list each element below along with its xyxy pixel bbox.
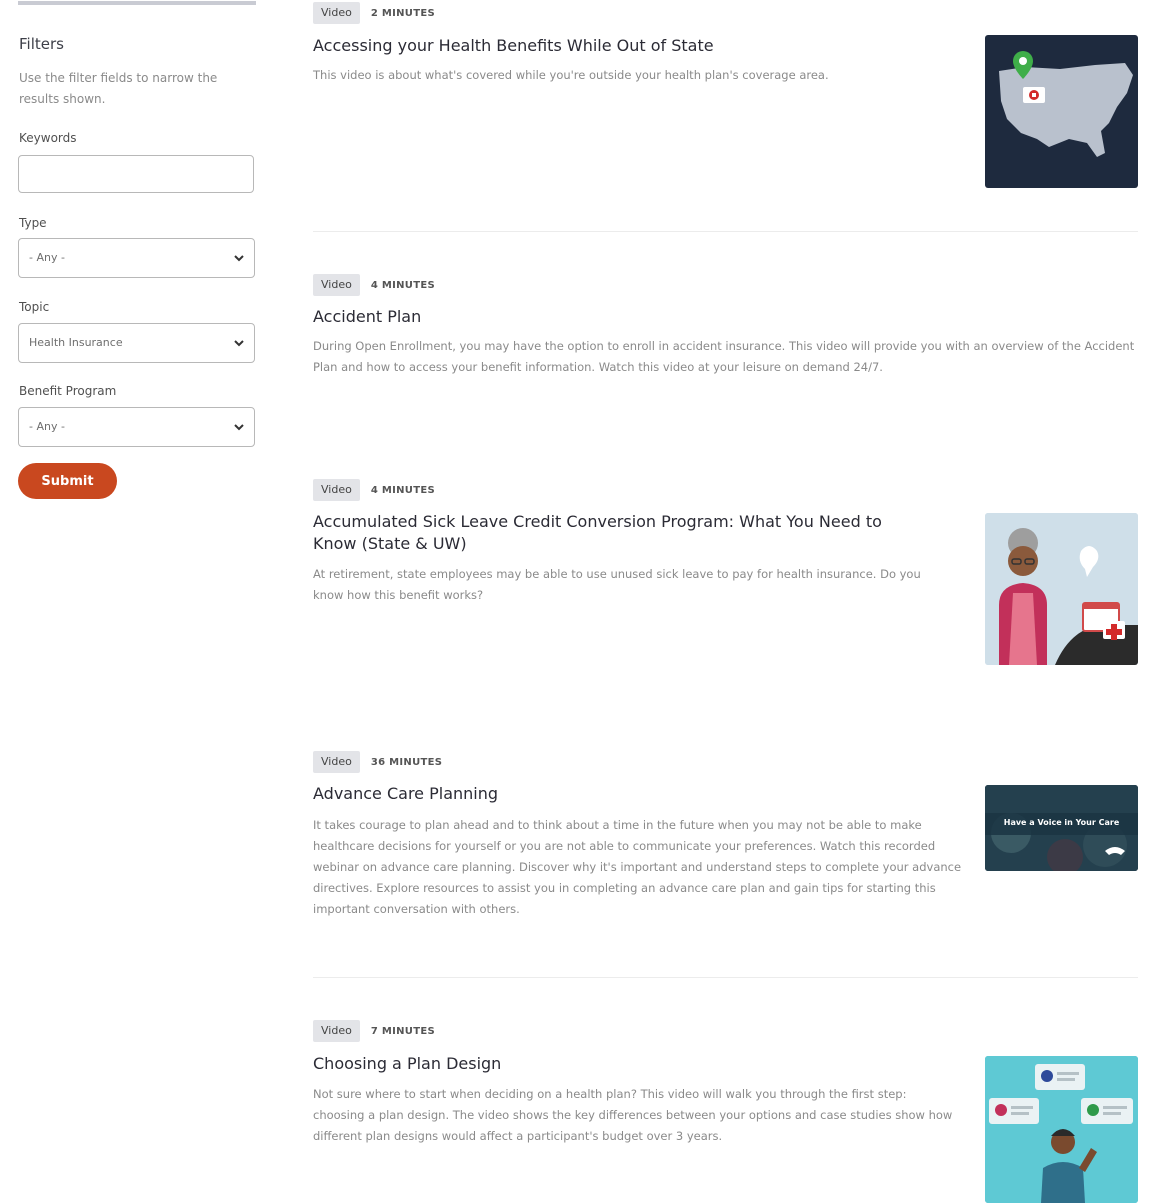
divider	[313, 977, 1138, 978]
type-label: Type	[19, 216, 47, 230]
result-title-link[interactable]: Choosing a Plan Design	[313, 1053, 501, 1075]
type-badge: Video	[313, 751, 360, 773]
result-title-link[interactable]: Accident Plan	[313, 306, 421, 328]
result-thumbnail[interactable]	[985, 1056, 1138, 1203]
topic-select[interactable]: Health Insurance	[18, 323, 255, 363]
sidebar-top-divider	[18, 1, 256, 5]
type-select-value: - Any -	[29, 251, 65, 264]
us-map-illustration	[999, 51, 1133, 157]
keywords-input[interactable]	[18, 155, 254, 193]
type-badge: Video	[313, 274, 360, 296]
type-badge: Video	[313, 1020, 360, 1042]
retiree-illustration	[985, 513, 1138, 665]
result-meta: Video 7 MINUTES	[313, 1020, 435, 1042]
result-description: During Open Enrollment, you may have the…	[313, 339, 1135, 374]
result-item: Video 4 MINUTES Accumulated Sick Leave C…	[313, 479, 1139, 679]
result-item: Video 2 MINUTES Accessing your Health Be…	[313, 2, 1139, 202]
result-meta: Video 2 MINUTES	[313, 2, 435, 24]
result-title-link[interactable]: Advance Care Planning	[313, 783, 498, 805]
duration-label: 2 MINUTES	[370, 7, 435, 19]
filters-description: Use the filter fields to narrow the resu…	[19, 71, 218, 106]
plan-design-illustration	[985, 1056, 1138, 1203]
result-item: Video 4 MINUTES Accident Plan During Ope…	[313, 274, 1139, 414]
submit-button[interactable]: Submit	[18, 463, 117, 499]
result-item: Video 7 MINUTES Choosing a Plan Design N…	[313, 1020, 1139, 1203]
chevron-down-icon	[234, 424, 244, 431]
result-thumbnail[interactable]	[985, 35, 1138, 188]
result-title-link[interactable]: Accumulated Sick Leave Credit Conversion…	[313, 511, 913, 555]
duration-label: 36 MINUTES	[370, 756, 443, 768]
type-badge: Video	[313, 2, 360, 24]
keywords-label: Keywords	[19, 131, 77, 145]
result-description: At retirement, state employees may be ab…	[313, 567, 921, 602]
divider	[313, 231, 1138, 232]
webinar-photo-illustration	[985, 785, 1138, 871]
result-description: It takes courage to plan ahead and to th…	[313, 818, 962, 916]
result-item: Video 36 MINUTES Advance Care Planning I…	[313, 751, 1139, 931]
type-select[interactable]: - Any -	[18, 238, 255, 278]
chevron-down-icon	[234, 340, 244, 347]
benefit-program-select[interactable]: - Any -	[18, 407, 255, 447]
type-badge: Video	[313, 479, 360, 501]
result-meta: Video 36 MINUTES	[313, 751, 442, 773]
topic-select-value: Health Insurance	[29, 336, 123, 349]
result-meta: Video 4 MINUTES	[313, 274, 435, 296]
duration-label: 7 MINUTES	[370, 1025, 435, 1037]
result-description: This video is about what's covered while…	[313, 68, 829, 82]
result-thumbnail[interactable]: Have a Voice in Your Care	[985, 785, 1138, 871]
result-title-link[interactable]: Accessing your Health Benefits While Out…	[313, 35, 714, 57]
result-thumbnail[interactable]	[985, 513, 1138, 665]
thumbnail-caption: Have a Voice in Your Care	[1003, 818, 1120, 827]
benefit-program-select-value: - Any -	[29, 420, 65, 433]
result-description: Not sure where to start when deciding on…	[313, 1087, 953, 1143]
filters-title: Filters	[19, 35, 64, 53]
duration-label: 4 MINUTES	[370, 279, 435, 291]
topic-label: Topic	[19, 300, 50, 314]
chevron-down-icon	[234, 255, 244, 262]
result-meta: Video 4 MINUTES	[313, 479, 435, 501]
duration-label: 4 MINUTES	[370, 484, 435, 496]
benefit-program-label: Benefit Program	[19, 384, 117, 398]
